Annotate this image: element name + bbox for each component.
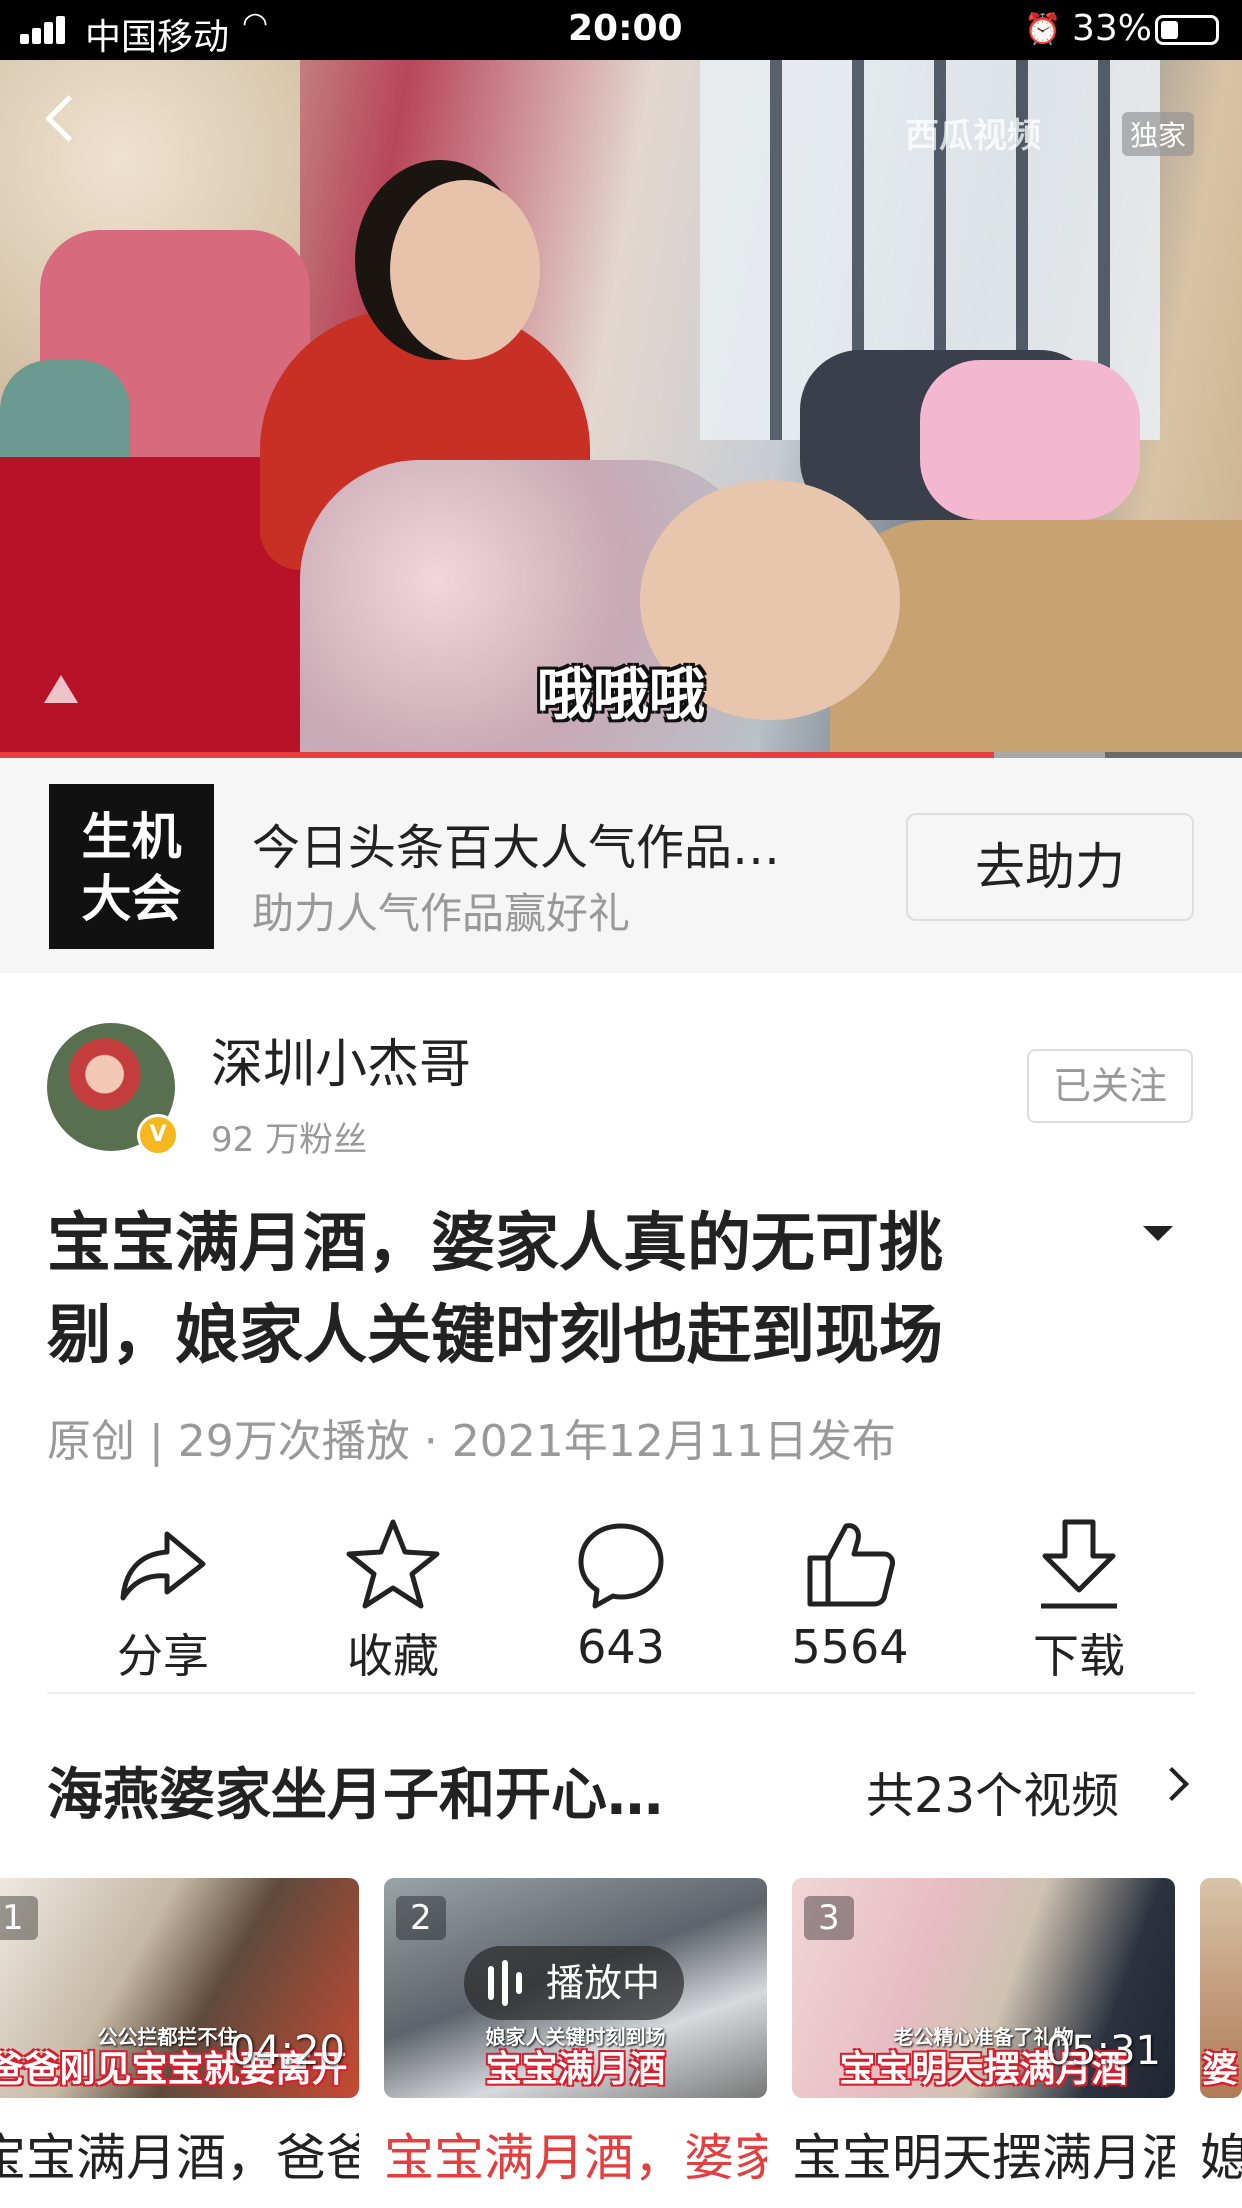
download-icon <box>1041 1519 1117 1609</box>
verified-icon: V <box>137 1114 179 1156</box>
now-playing-badge: 播放中 <box>464 1946 684 2020</box>
item-caption-main: 宝宝满月酒 <box>485 2049 666 2090</box>
video-subtitle: 哦哦哦 <box>537 663 705 728</box>
item-title: 宝宝满月酒，婆家…… <box>384 2129 767 2187</box>
download-label: 下载 <box>1033 1629 1125 1683</box>
item-duration: 05:31 <box>1045 2028 1161 2074</box>
item-title: 媳妇…… <box>1200 2129 1242 2187</box>
share-label: 分享 <box>117 1629 209 1683</box>
item-index: 2 <box>396 1896 446 1940</box>
battery-percent: 33% <box>1072 8 1153 49</box>
item-index: 3 <box>804 1896 854 1940</box>
playlist-item[interactable]: 婆 媳妇…… <box>1200 1878 1242 2190</box>
clock: 20:00 <box>568 8 683 49</box>
wifi-icon: ◠ <box>242 6 269 41</box>
video-meta: 原创 | 29万次播放 · 2021年12月11日发布 <box>47 1416 896 1467</box>
playlist-title[interactable]: 海燕婆家坐月子和开心… <box>47 1750 663 1831</box>
chevron-right-icon[interactable] <box>1155 1767 1189 1801</box>
item-title: 宝宝满月酒，爸爸…… <box>0 2129 359 2187</box>
video-title: 宝宝满月酒，婆家人真的无可挑剔，娘家人关键时刻也赶到现场 <box>47 1207 943 1373</box>
promo-support-button[interactable]: 去助力 <box>906 813 1194 921</box>
item-title: 宝宝明天摆满月酒，老公精心…… <box>792 2129 1175 2187</box>
download-button[interactable]: 下载 <box>979 1516 1179 1686</box>
promo-logo: 生机 大会 <box>49 784 214 949</box>
like-button[interactable]: 5564 <box>750 1516 950 1674</box>
alarm-icon: ⏰ <box>1024 12 1062 47</box>
now-playing-label: 播放中 <box>545 1961 660 2005</box>
comment-count: 643 <box>577 1620 665 1674</box>
item-duration: 04:20 <box>229 2028 345 2074</box>
follower-count: 92 万粉丝 <box>211 1120 368 1160</box>
playlist-item-playing[interactable]: 2 播放中 娘家人关键时刻到场 宝宝满月酒 宝宝满月酒，婆家…… <box>384 1878 767 2190</box>
promo-title[interactable]: 今日头条百大人气作品… <box>252 808 780 878</box>
promo-logo-line2: 大会 <box>81 870 182 928</box>
playlist-count[interactable]: 共23个视频 <box>866 1756 1119 1826</box>
carrier-label: 中国移动 <box>85 17 230 58</box>
share-button[interactable]: 分享 <box>63 1516 263 1686</box>
promo-subtitle: 助力人气作品赢好礼 <box>252 889 631 938</box>
thumbs-up-icon <box>807 1523 895 1607</box>
playlist-item[interactable]: 1 公公拦都拦不住 爸爸刚见宝宝就要离开 04:20 宝宝满月酒，爸爸…… <box>0 1878 359 2190</box>
watermark-logo: 西瓜视频 <box>905 116 1041 156</box>
battery-icon <box>1155 15 1219 45</box>
comment-button[interactable]: 643 <box>521 1516 721 1674</box>
item-caption-main: 婆 <box>1202 2049 1239 2090</box>
exclusive-badge: 独家 <box>1122 112 1195 156</box>
follow-button[interactable]: 已关注 <box>1027 1049 1193 1123</box>
item-index: 1 <box>0 1896 38 1940</box>
expand-caret-icon[interactable] <box>1143 1226 1173 1241</box>
favorite-button[interactable]: 收藏 <box>293 1516 493 1686</box>
author-name[interactable]: 深圳小杰哥 <box>211 1022 471 1097</box>
favorite-label: 收藏 <box>347 1629 439 1683</box>
divider <box>47 1692 1195 1694</box>
playlist-item[interactable]: 3 老公精心准备了礼物 宝宝明天摆满月酒 05:31 宝宝明天摆满月酒，老公精心… <box>792 1878 1175 2190</box>
share-icon <box>120 1531 206 1601</box>
like-count: 5564 <box>791 1620 909 1674</box>
signal-icon <box>20 0 65 60</box>
warning-icon[interactable] <box>44 675 78 703</box>
star-icon <box>346 1519 440 1609</box>
comment-icon <box>578 1523 664 1609</box>
promo-logo-line1: 生机 <box>81 808 182 866</box>
status-bar: 中国移动 ◠ 20:00 ⏰ 33% <box>0 0 1242 60</box>
